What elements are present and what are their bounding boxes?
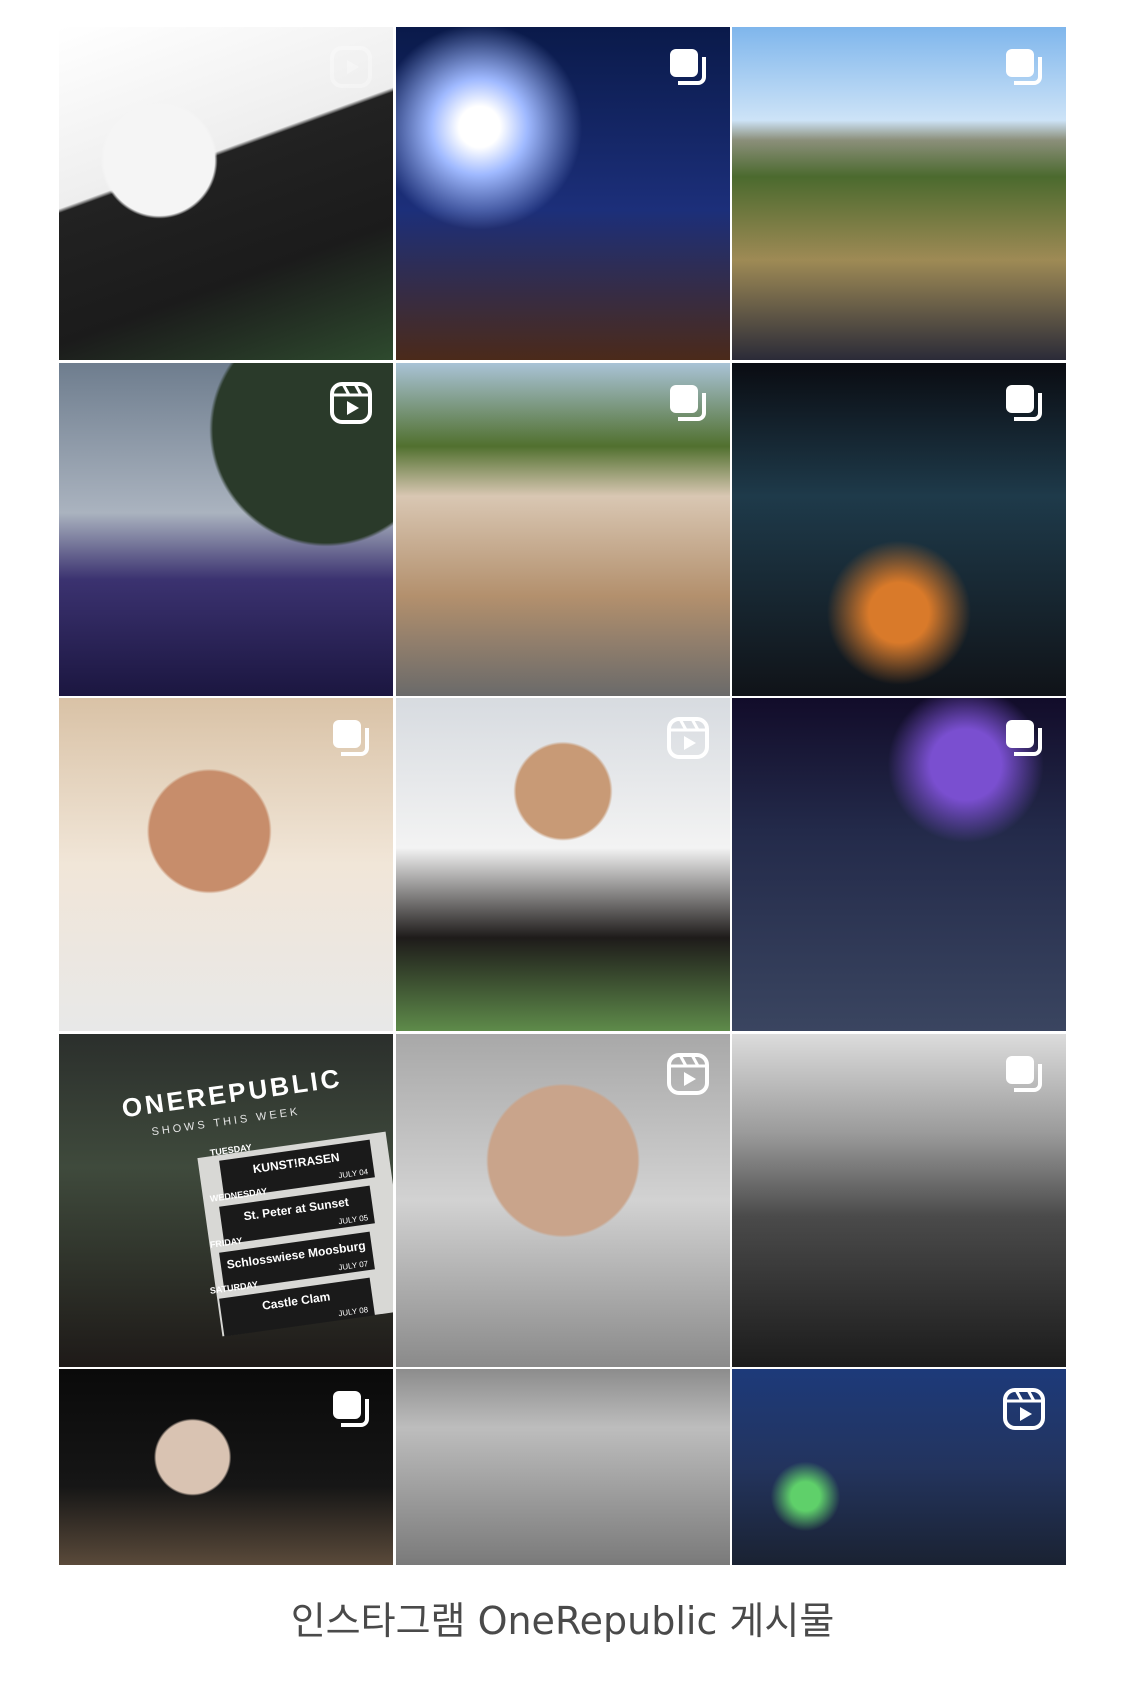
post-tile[interactable] (732, 27, 1066, 360)
show-date: JULY 07 (337, 1258, 369, 1272)
carousel-icon (1002, 1052, 1046, 1096)
carousel-icon (666, 45, 710, 89)
post-tile[interactable] (732, 1369, 1066, 1565)
post-tile[interactable] (395, 1369, 730, 1565)
carousel-icon (1002, 45, 1046, 89)
post-tile[interactable] (395, 362, 730, 696)
reel-icon (666, 716, 710, 760)
post-tile[interactable] (732, 1033, 1066, 1367)
post-tile[interactable] (395, 698, 730, 1031)
carousel-icon (666, 381, 710, 425)
carousel-icon (329, 1387, 373, 1431)
reel-icon (666, 1052, 710, 1096)
reel-icon (329, 381, 373, 425)
post-tile-tour-poster[interactable]: ONEREPUBLIC SHOWS THIS WEEK TUESDAY KUNS… (59, 1033, 393, 1367)
post-tile[interactable] (732, 698, 1066, 1031)
reel-icon (1002, 1387, 1046, 1431)
image-caption: 인스타그램 OneRepublic 게시물 (290, 1599, 835, 1643)
post-tile[interactable] (59, 698, 393, 1031)
carousel-icon (329, 716, 373, 760)
carousel-icon (1002, 716, 1046, 760)
post-tile[interactable] (732, 362, 1066, 696)
show-date: JULY 08 (337, 1304, 369, 1318)
show-date: JULY 05 (337, 1212, 369, 1226)
post-tile[interactable] (59, 1369, 393, 1565)
post-tile[interactable] (59, 362, 393, 696)
reel-icon (329, 45, 373, 89)
post-tile[interactable] (395, 27, 730, 360)
post-tile[interactable] (395, 1033, 730, 1367)
post-tile[interactable] (59, 27, 393, 360)
carousel-icon (1002, 381, 1046, 425)
show-date: JULY 04 (337, 1166, 369, 1180)
post-grid: ONEREPUBLIC SHOWS THIS WEEK TUESDAY KUNS… (59, 27, 1066, 1702)
